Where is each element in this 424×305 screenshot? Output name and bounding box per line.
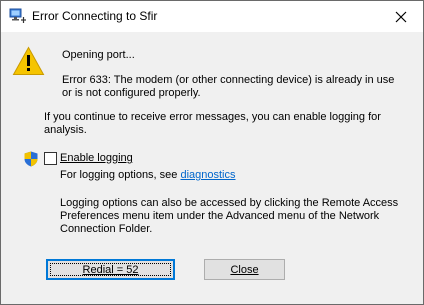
- advice-line2: analysis.: [44, 124, 87, 136]
- status-opening-port: Opening port...: [62, 49, 135, 61]
- redial-button[interactable]: Redial = 52: [46, 259, 175, 280]
- uac-shield-icon: [24, 151, 38, 167]
- access-info-line3: Connection Folder.: [60, 223, 153, 235]
- network-connection-icon: [9, 8, 27, 24]
- title-bar[interactable]: Error Connecting to Sfir: [1, 1, 423, 32]
- logging-options-prefix: For logging options, see: [60, 169, 181, 181]
- dialog-content: Opening port... Error 633: The modem (or…: [1, 32, 423, 304]
- error-message-line2: or is not configured properly.: [62, 87, 201, 99]
- access-info-line1: Logging options can also be accessed by …: [60, 197, 399, 209]
- focus-indicator: [50, 263, 171, 276]
- close-icon[interactable]: [378, 1, 423, 32]
- enable-logging-label[interactable]: Enable logging: [60, 152, 133, 165]
- access-info-line2: Preferences menu item under the Advanced…: [60, 210, 380, 222]
- logging-options-text: For logging options, see diagnostics: [60, 169, 236, 182]
- close-button[interactable]: Close: [204, 259, 285, 280]
- enable-logging-checkbox[interactable]: [44, 152, 57, 165]
- dialog-window: Error Connecting to Sfir Opening port...…: [0, 0, 424, 305]
- close-button-label: Close: [230, 263, 259, 276]
- warning-icon: [12, 46, 45, 76]
- window-title: Error Connecting to Sfir: [32, 9, 158, 23]
- advice-line1: If you continue to receive error message…: [44, 111, 381, 123]
- diagnostics-link[interactable]: diagnostics: [180, 169, 235, 181]
- error-message-line1: Error 633: The modem (or other connectin…: [62, 74, 395, 86]
